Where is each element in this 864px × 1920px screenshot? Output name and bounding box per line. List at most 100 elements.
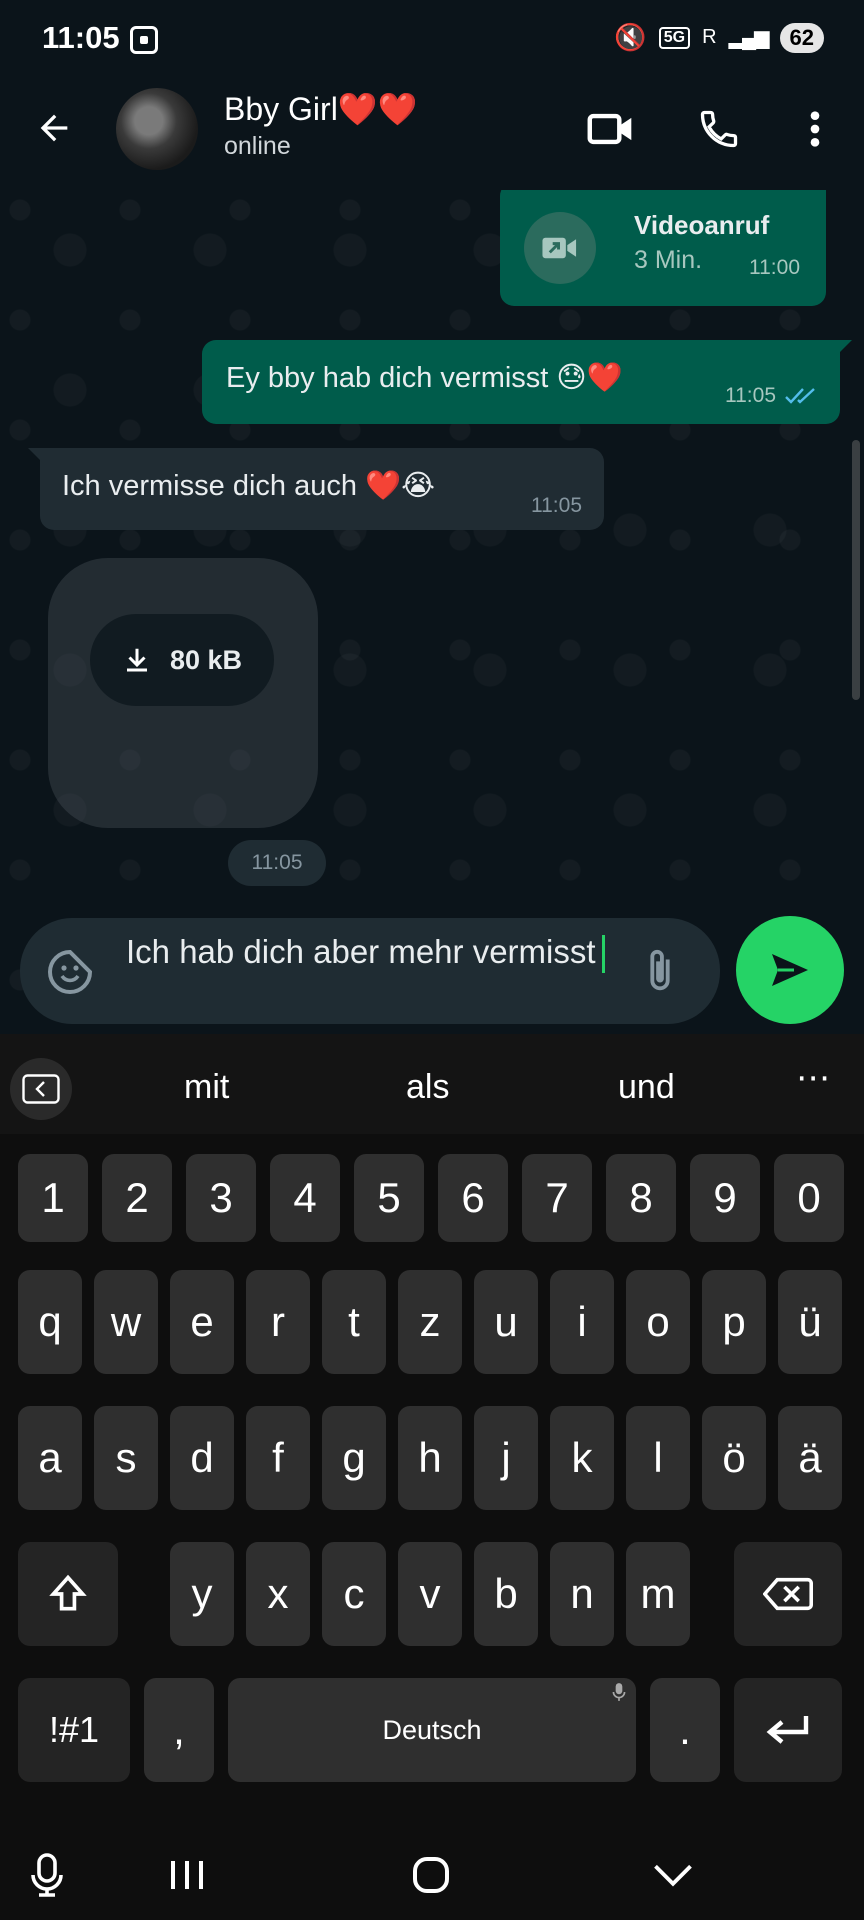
video-call-message[interactable]: Videoanruf 3 Min. 11:00: [500, 190, 826, 306]
message-text: Ich vermisse dich auch ❤️😭: [62, 470, 436, 502]
key[interactable]: 9: [690, 1154, 760, 1242]
key[interactable]: m: [626, 1542, 690, 1646]
key[interactable]: 7: [522, 1154, 592, 1242]
key[interactable]: 2: [102, 1154, 172, 1242]
home-icon: [413, 1857, 449, 1893]
key[interactable]: 3: [186, 1154, 256, 1242]
back-button[interactable]: [30, 104, 78, 152]
key[interactable]: 1: [18, 1154, 88, 1242]
key[interactable]: r: [246, 1270, 310, 1374]
chat-header: Bby Girl❤️❤️ online: [0, 80, 864, 190]
key[interactable]: y: [170, 1542, 234, 1646]
key[interactable]: o: [626, 1270, 690, 1374]
more-options-icon[interactable]: ⋯: [796, 1058, 832, 1098]
chevron-down-icon: [654, 1864, 692, 1887]
chat-area[interactable]: Videoanruf 3 Min. 11:00 Ey bby hab dich …: [0, 190, 864, 1034]
send-button[interactable]: [736, 916, 844, 1024]
message-input[interactable]: Ich hab dich aber mehr vermisst: [126, 930, 646, 974]
missed-video-call-icon: [524, 212, 596, 284]
signal-icon: ▂▄▆: [728, 27, 770, 49]
video-call-title: Videoanruf: [634, 210, 770, 240]
contact-name[interactable]: Bby Girl❤️❤️: [224, 90, 417, 128]
key[interactable]: a: [18, 1406, 82, 1510]
suggestion-item[interactable]: und: [618, 1068, 675, 1107]
more-options-button[interactable]: [790, 104, 840, 154]
hide-keyboard-button[interactable]: [648, 1850, 698, 1900]
voice-call-button[interactable]: [694, 104, 744, 154]
key[interactable]: n: [550, 1542, 614, 1646]
collapse-toolbar-button[interactable]: [10, 1058, 72, 1120]
key[interactable]: 4: [270, 1154, 340, 1242]
key[interactable]: ö: [702, 1406, 766, 1510]
key[interactable]: w: [94, 1270, 158, 1374]
shift-key[interactable]: [18, 1542, 118, 1646]
key[interactable]: 0: [774, 1154, 844, 1242]
status-icons: 🔇 5G R ▂▄▆ 62: [614, 22, 824, 53]
key[interactable]: j: [474, 1406, 538, 1510]
roaming-indicator: R: [702, 26, 717, 48]
recents-button[interactable]: [162, 1850, 212, 1900]
key[interactable]: 8: [606, 1154, 676, 1242]
message-composer[interactable]: Ich hab dich aber mehr vermisst: [20, 918, 720, 1024]
key[interactable]: s: [94, 1406, 158, 1510]
key[interactable]: d: [170, 1406, 234, 1510]
key[interactable]: g: [322, 1406, 386, 1510]
message-meta: 11:05: [725, 384, 818, 408]
keyboard: mit als und ⋯ 1 2 3 4 5 6 7 8 9 0 q w e …: [0, 1034, 864, 1920]
status-bar: 11:05 🔇 5G R ▂▄▆ 62: [0, 0, 864, 80]
symbols-key[interactable]: !#1: [18, 1678, 130, 1782]
backspace-key[interactable]: [734, 1542, 842, 1646]
key[interactable]: q: [18, 1270, 82, 1374]
sticker-button[interactable]: [46, 948, 94, 996]
download-size: 80 kB: [169, 644, 243, 675]
text-caret: [601, 935, 605, 974]
arrow-left-icon: [40, 114, 68, 142]
shift-icon: [49, 1574, 87, 1611]
video-call-button[interactable]: [586, 104, 636, 154]
key[interactable]: e: [170, 1270, 234, 1374]
space-key-label: Deutsch: [382, 1714, 482, 1745]
key[interactable]: l: [626, 1406, 690, 1510]
key[interactable]: ä: [778, 1406, 842, 1510]
download-button[interactable]: 80 kB: [90, 614, 274, 706]
backspace-icon: [763, 1577, 813, 1611]
key[interactable]: 5: [354, 1154, 424, 1242]
key[interactable]: v: [398, 1542, 462, 1646]
outgoing-message[interactable]: Ey bby hab dich vermisst 😓❤️ 11:05: [202, 340, 852, 424]
key[interactable]: x: [246, 1542, 310, 1646]
incoming-message[interactable]: Ich vermisse dich auch ❤️😭 11:05: [28, 448, 604, 530]
key[interactable]: i: [550, 1270, 614, 1374]
message-time: 11:00: [749, 256, 800, 279]
suggestion-item[interactable]: als: [406, 1068, 449, 1107]
enter-key[interactable]: [734, 1678, 842, 1782]
mic-icon: [612, 1683, 626, 1701]
enter-icon: [766, 1716, 809, 1744]
key[interactable]: f: [246, 1406, 310, 1510]
scrollbar[interactable]: [852, 440, 860, 700]
home-button[interactable]: [406, 1850, 456, 1900]
space-key[interactable]: Deutsch: [228, 1678, 636, 1782]
key[interactable]: p: [702, 1270, 766, 1374]
mic-icon: [31, 1853, 63, 1897]
recents-icon: [171, 1861, 203, 1889]
key[interactable]: z: [398, 1270, 462, 1374]
comma-key[interactable]: ,: [144, 1678, 214, 1782]
key[interactable]: k: [550, 1406, 614, 1510]
key[interactable]: h: [398, 1406, 462, 1510]
suggestion-item[interactable]: mit: [184, 1068, 229, 1107]
avatar[interactable]: [116, 88, 198, 170]
key[interactable]: 6: [438, 1154, 508, 1242]
voice-input-button[interactable]: [22, 1850, 72, 1900]
key[interactable]: u: [474, 1270, 538, 1374]
navigation-bar: [0, 1820, 864, 1920]
attach-button[interactable]: [640, 946, 686, 996]
screen-record-icon: [130, 26, 158, 54]
battery-level: 62: [779, 22, 824, 53]
key[interactable]: b: [474, 1542, 538, 1646]
chevron-left-icon: [22, 1074, 60, 1104]
period-key[interactable]: .: [650, 1678, 720, 1782]
key[interactable]: c: [322, 1542, 386, 1646]
message-text: Ey bby hab dich vermisst 😓❤️: [226, 362, 623, 394]
key[interactable]: t: [322, 1270, 386, 1374]
key[interactable]: ü: [778, 1270, 842, 1374]
